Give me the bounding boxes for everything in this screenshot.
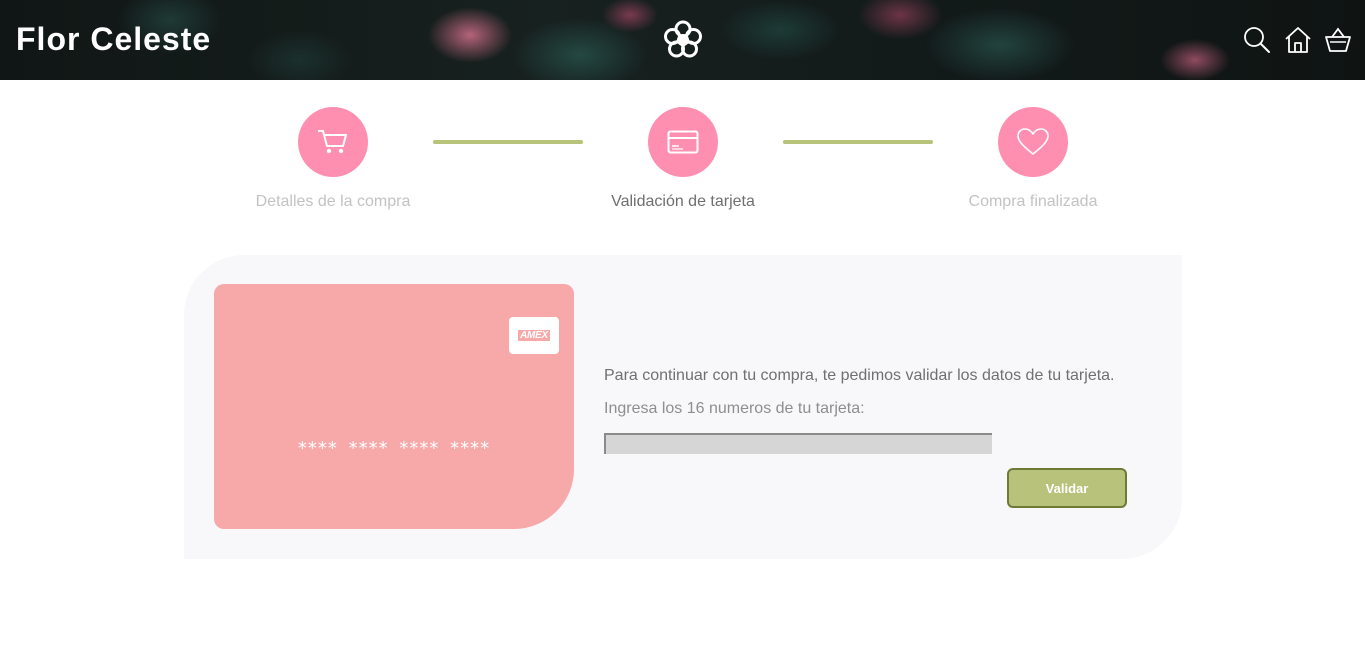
cart-icon [318,130,347,154]
brand-name[interactable]: Flor Celeste [16,21,211,57]
validate-button[interactable]: Validar [1007,468,1127,508]
credit-card-icon [667,130,699,154]
step-complete [998,107,1068,177]
step-label-details: Detalles de la compra [255,193,411,210]
step-card-validation [648,107,718,177]
step-connector-1 [433,140,583,144]
card-brand-badge: AMEX [509,317,559,354]
step-details [298,107,368,177]
card-number-prompt: Ingresa los 16 numeros de tu tarjeta: [604,400,865,417]
search-icon[interactable] [1243,26,1271,54]
home-icon[interactable] [1284,26,1312,54]
step-connector-2 [783,140,933,144]
heart-icon [1017,128,1049,155]
flower-logo-icon[interactable] [662,19,704,61]
basket-icon[interactable] [1324,26,1352,54]
validation-instruction: Para continuar con tu compra, te pedimos… [604,367,1115,384]
site-header: Flor Celeste [0,0,1365,80]
card-brand-label: AMEX [518,330,550,341]
card-number-mask: **** **** **** **** [297,438,491,459]
card-number-input[interactable] [604,433,992,454]
step-label-complete: Compra finalizada [968,193,1098,210]
step-label-card-validation: Validación de tarjeta [611,193,755,210]
